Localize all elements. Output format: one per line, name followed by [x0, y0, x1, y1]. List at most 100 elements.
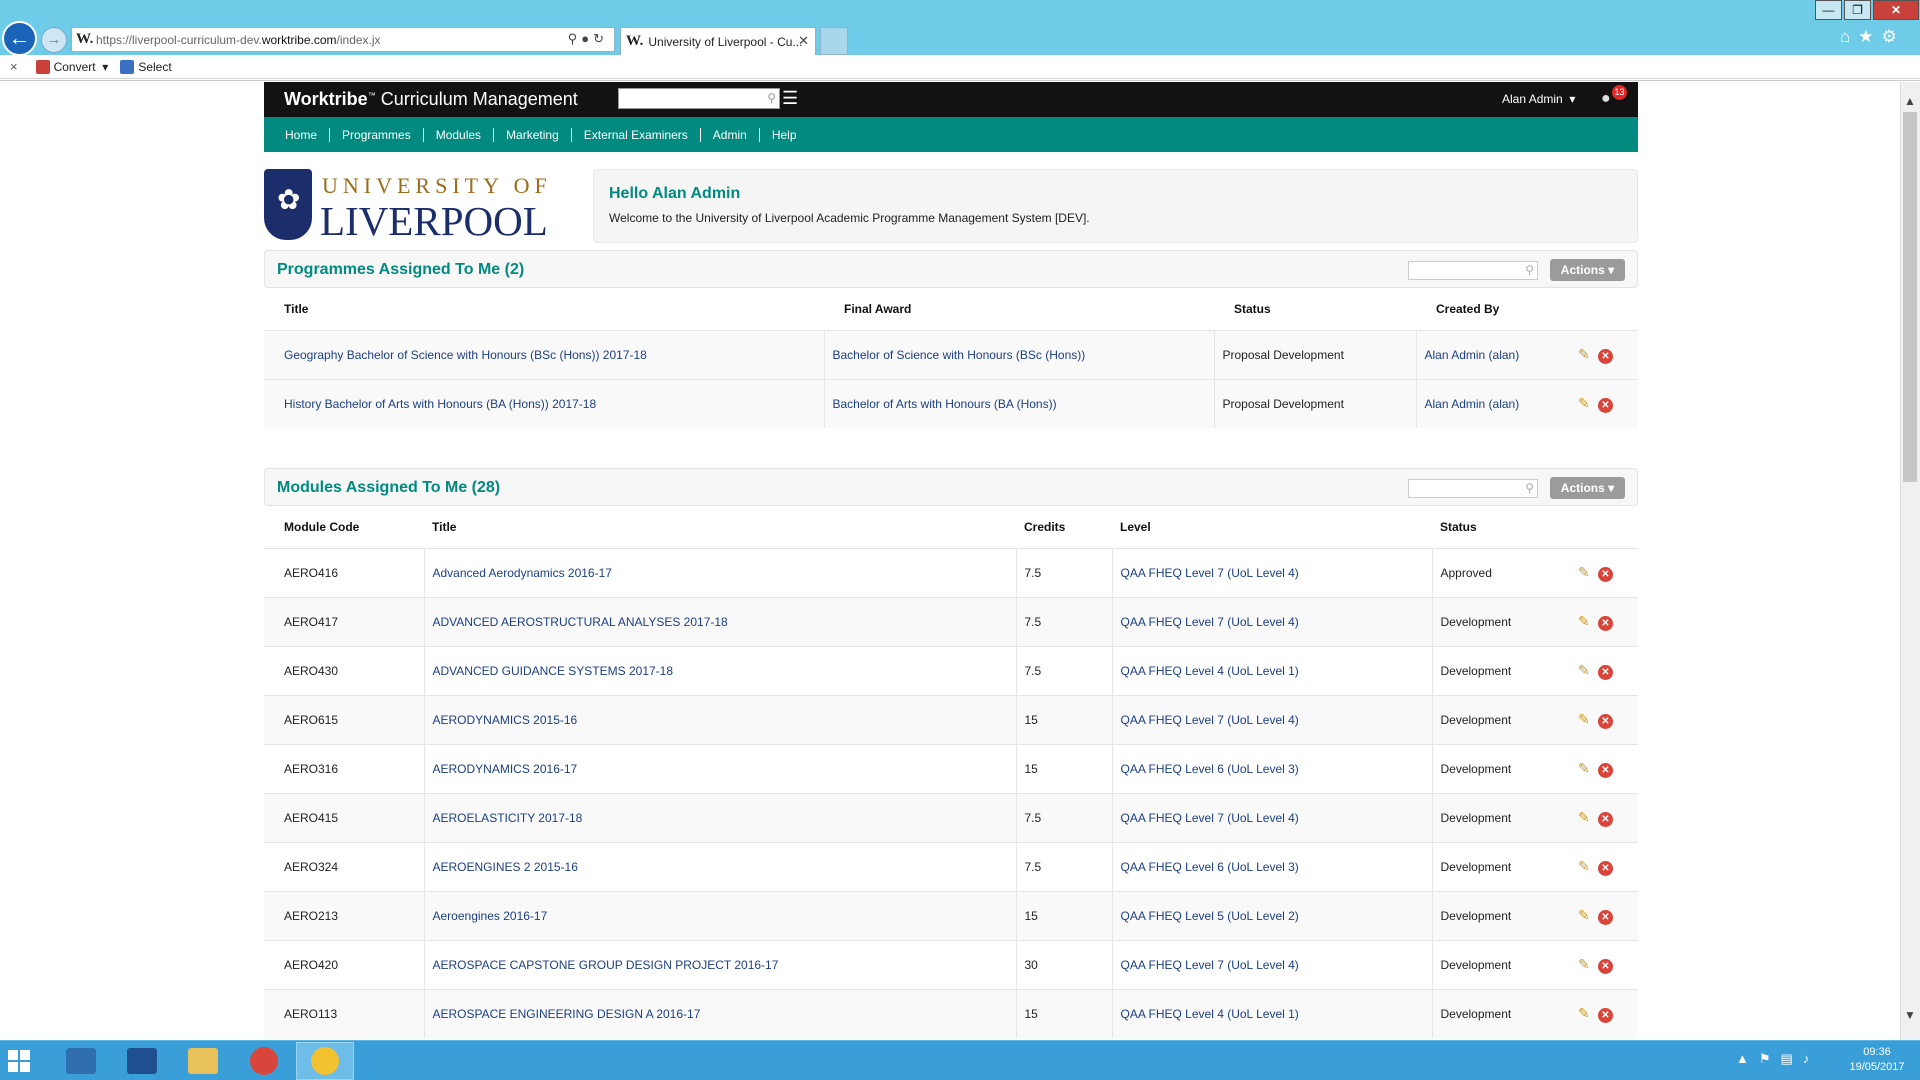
- minimize-button[interactable]: —: [1815, 0, 1842, 20]
- notification-badge[interactable]: 13: [1612, 85, 1627, 100]
- search-icon[interactable]: ⚲: [767, 91, 776, 105]
- global-search-input[interactable]: ⚲: [618, 88, 780, 109]
- level-link[interactable]: QAA FHEQ Level 7 (UoL Level 4): [1111, 792, 1432, 842]
- column-header-status[interactable]: Status: [1432, 506, 1578, 548]
- address-bar[interactable]: W. https://liverpool-curriculum-dev.work…: [71, 27, 615, 52]
- modules-search-input[interactable]: ⚲: [1408, 479, 1538, 498]
- delete-icon[interactable]: ✕: [1598, 811, 1613, 827]
- column-header-level[interactable]: Level: [1112, 506, 1432, 548]
- module-title-link[interactable]: AERODYNAMICS 2016-17: [423, 743, 1016, 793]
- new-tab-button[interactable]: [820, 27, 848, 55]
- pencil-icon[interactable]: ✎: [1578, 760, 1598, 777]
- scroll-up-icon[interactable]: ▲: [1900, 94, 1920, 108]
- chat-icon[interactable]: ●: [1601, 90, 1611, 108]
- created-by-link[interactable]: Alan Admin (alan): [1415, 329, 1578, 379]
- final-award-link[interactable]: Bachelor of Arts with Honours (BA (Hons)…: [823, 378, 1214, 428]
- level-link[interactable]: QAA FHEQ Level 7 (UoL Level 4): [1111, 596, 1432, 646]
- back-button[interactable]: ←: [2, 21, 37, 56]
- module-title-link[interactable]: ADVANCED AEROSTRUCTURAL ANALYSES 2017-18: [423, 596, 1016, 646]
- delete-icon[interactable]: ✕: [1598, 664, 1613, 680]
- tab-close-icon[interactable]: ✕: [798, 33, 809, 49]
- browser-toolbar-icons[interactable]: ⌂★⚙: [1840, 27, 1905, 47]
- programmes-search-input[interactable]: ⚲: [1408, 261, 1538, 280]
- pencil-icon[interactable]: ✎: [1578, 956, 1598, 973]
- delete-icon[interactable]: ✕: [1598, 762, 1613, 778]
- column-header-module-code[interactable]: Module Code: [264, 506, 424, 548]
- level-link[interactable]: QAA FHEQ Level 4 (UoL Level 1): [1111, 988, 1432, 1038]
- select-button[interactable]: Select: [120, 59, 172, 74]
- user-menu[interactable]: Alan Admin ▾: [1502, 92, 1575, 106]
- delete-icon[interactable]: ✕: [1598, 615, 1613, 631]
- close-window-button[interactable]: ✕: [1873, 0, 1919, 20]
- taskbar-clock[interactable]: 09:36 19/05/2017: [1842, 1045, 1912, 1075]
- taskbar-server-manager[interactable]: [52, 1042, 110, 1080]
- app-brand[interactable]: Worktribe™ Curriculum Management: [284, 89, 578, 110]
- module-title-link[interactable]: AEROSPACE ENGINEERING DESIGN A 2016-17: [423, 988, 1016, 1038]
- delete-icon[interactable]: ✕: [1598, 713, 1613, 729]
- browser-tab-active[interactable]: W. University of Liverpool - Cu... ✕: [620, 27, 816, 55]
- level-link[interactable]: QAA FHEQ Level 7 (UoL Level 4): [1111, 694, 1432, 744]
- delete-icon[interactable]: ✕: [1598, 348, 1613, 364]
- level-link[interactable]: QAA FHEQ Level 6 (UoL Level 3): [1111, 841, 1432, 891]
- address-bar-icons[interactable]: ⚲●↻: [568, 31, 608, 47]
- programmes-actions-button[interactable]: Actions ▾: [1550, 259, 1625, 281]
- delete-icon[interactable]: ✕: [1598, 1007, 1613, 1023]
- pencil-icon[interactable]: ✎: [1578, 711, 1598, 728]
- pencil-icon[interactable]: ✎: [1578, 858, 1598, 875]
- module-title-link[interactable]: Aeroengines 2016-17: [423, 890, 1016, 940]
- search-icon[interactable]: ⚲: [1525, 263, 1534, 277]
- pencil-icon[interactable]: ✎: [1578, 907, 1598, 924]
- pencil-icon[interactable]: ✎: [1578, 395, 1598, 412]
- command-bar-close-icon[interactable]: ×: [10, 59, 18, 74]
- delete-icon[interactable]: ✕: [1598, 909, 1613, 925]
- hamburger-menu-icon[interactable]: ☰: [782, 88, 798, 108]
- address-url[interactable]: https://liverpool-curriculum-dev.worktri…: [96, 33, 381, 47]
- taskbar-powershell[interactable]: [113, 1042, 171, 1080]
- modules-actions-button[interactable]: Actions ▾: [1550, 477, 1625, 499]
- module-title-link[interactable]: AERODYNAMICS 2015-16: [423, 694, 1016, 744]
- pencil-icon[interactable]: ✎: [1578, 613, 1598, 630]
- programme-title-link[interactable]: Geography Bachelor of Science with Honou…: [264, 329, 824, 379]
- level-link[interactable]: QAA FHEQ Level 4 (UoL Level 1): [1111, 645, 1432, 695]
- final-award-link[interactable]: Bachelor of Science with Honours (BSc (H…: [823, 329, 1214, 379]
- column-header-status[interactable]: Status: [1214, 288, 1416, 330]
- convert-button[interactable]: Convert ▾: [35, 59, 108, 74]
- taskbar-file-explorer[interactable]: [174, 1042, 232, 1080]
- delete-icon[interactable]: ✕: [1598, 958, 1613, 974]
- nav-marketing[interactable]: Marketing: [493, 127, 571, 142]
- module-title-link[interactable]: AEROENGINES 2 2015-16: [423, 841, 1016, 891]
- pencil-icon[interactable]: ✎: [1578, 662, 1598, 679]
- column-header-title[interactable]: Title: [424, 506, 1016, 548]
- nav-home[interactable]: Home: [273, 128, 329, 142]
- nav-programmes[interactable]: Programmes: [329, 127, 423, 142]
- module-title-link[interactable]: ADVANCED GUIDANCE SYSTEMS 2017-18: [423, 645, 1016, 695]
- nav-help[interactable]: Help: [758, 127, 809, 142]
- scrollbar-thumb[interactable]: [1903, 112, 1917, 482]
- delete-icon[interactable]: ✕: [1598, 397, 1613, 413]
- programme-title-link[interactable]: History Bachelor of Arts with Honours (B…: [264, 378, 824, 428]
- taskbar-internet-explorer[interactable]: [296, 1042, 354, 1080]
- delete-icon[interactable]: ✕: [1598, 566, 1613, 582]
- level-link[interactable]: QAA FHEQ Level 5 (UoL Level 2): [1111, 890, 1432, 940]
- taskbar-chrome[interactable]: [235, 1042, 293, 1080]
- nav-admin[interactable]: Admin: [699, 127, 759, 142]
- scroll-down-icon[interactable]: ▼: [1900, 1008, 1920, 1022]
- nav-modules[interactable]: Modules: [422, 127, 493, 142]
- column-header-final-award[interactable]: Final Award: [824, 288, 1214, 330]
- pencil-icon[interactable]: ✎: [1578, 564, 1598, 581]
- module-title-link[interactable]: AEROSPACE CAPSTONE GROUP DESIGN PROJECT …: [423, 939, 1016, 989]
- column-header-title[interactable]: Title: [264, 288, 824, 330]
- module-title-link[interactable]: Advanced Aerodynamics 2016-17: [423, 547, 1016, 597]
- level-link[interactable]: QAA FHEQ Level 6 (UoL Level 3): [1111, 743, 1432, 793]
- delete-icon[interactable]: ✕: [1598, 860, 1613, 876]
- nav-external-examiners[interactable]: External Examiners: [570, 127, 700, 142]
- column-header-credits[interactable]: Credits: [1016, 506, 1112, 548]
- forward-button[interactable]: →: [41, 27, 67, 53]
- search-icon[interactable]: ⚲: [1525, 481, 1534, 495]
- pencil-icon[interactable]: ✎: [1578, 346, 1598, 363]
- column-header-created-by[interactable]: Created By: [1416, 288, 1578, 330]
- module-title-link[interactable]: AEROELASTICITY 2017-18: [423, 792, 1016, 842]
- restore-button[interactable]: ❐: [1844, 0, 1871, 20]
- pencil-icon[interactable]: ✎: [1578, 809, 1598, 826]
- system-tray[interactable]: ▲⚑▤♪: [1736, 1051, 1819, 1067]
